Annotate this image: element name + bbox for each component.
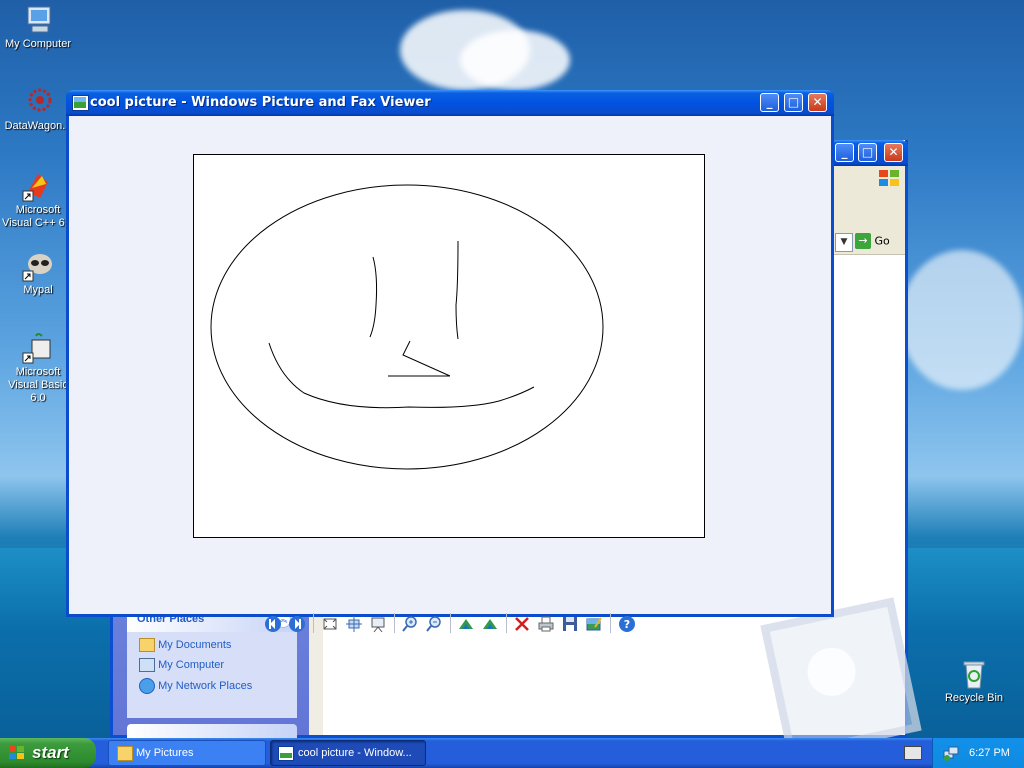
copy-to-button[interactable] (561, 615, 579, 633)
other-places-list: My Documents My Computer My Network Plac… (127, 632, 297, 718)
picture-viewer-app-icon (278, 746, 294, 761)
slideshow-icon (371, 617, 385, 633)
minimize-icon: _ (766, 95, 773, 109)
svg-text:?: ? (624, 618, 630, 631)
zoom-in-icon (402, 616, 417, 632)
picture-viewer-app-icon (72, 95, 89, 111)
viewer-client-area: ? (69, 116, 831, 633)
picture-viewer-window[interactable]: cool picture - Windows Picture and Fax V… (66, 90, 834, 633)
other-places-item-label: My Computer (158, 659, 225, 671)
maximize-icon: □ (861, 145, 874, 159)
computer-icon (139, 658, 155, 672)
taskbar-button-cool-picture[interactable]: cool picture - Window... (270, 740, 426, 766)
folder-icon (139, 638, 155, 652)
actual-size-button[interactable] (345, 615, 363, 633)
viewer-maximize-button[interactable]: □ (784, 93, 803, 112)
explorer-close-button[interactable]: ✕ (884, 143, 903, 162)
desktop-icon-mypal[interactable]: Mypal (0, 250, 76, 297)
next-image-button[interactable] (288, 615, 306, 633)
start-label: start (32, 743, 69, 762)
edit-button[interactable] (585, 615, 603, 633)
delete-button[interactable] (513, 615, 531, 633)
viewer-minimize-button[interactable]: _ (760, 93, 779, 112)
rotate-counterclockwise-button[interactable] (481, 615, 499, 633)
taskbar-button-label: cool picture - Window... (298, 747, 412, 759)
chevron-down-icon: ▼ (840, 237, 848, 247)
best-fit-button[interactable] (321, 615, 339, 633)
rotate-clockwise-button[interactable] (457, 615, 475, 633)
start-button[interactable]: start (0, 738, 96, 768)
close-icon: ✕ (812, 95, 823, 109)
details-panel-header[interactable] (127, 724, 297, 738)
viewer-close-button[interactable]: ✕ (808, 93, 827, 112)
desktop-icon-visual-basic[interactable]: Microsoft Visual Basic 6.0 (0, 332, 76, 405)
pictures-watermark (760, 597, 922, 759)
other-places-item-label: My Documents (158, 639, 232, 651)
actual-size-icon (346, 616, 362, 632)
desktop-icon-label: My Computer (4, 38, 72, 50)
print-icon (538, 616, 554, 632)
slideshow-button[interactable] (369, 615, 387, 633)
zoom-in-button[interactable] (401, 615, 419, 633)
taskbar-button-my-pictures[interactable]: My Pictures (108, 740, 266, 766)
other-places-item-my-documents[interactable]: My Documents (127, 638, 297, 658)
desktop-icon-my-computer[interactable]: My Computer (0, 4, 76, 51)
viewer-title-bar[interactable]: cool picture - Windows Picture and Fax V… (66, 90, 834, 116)
print-button[interactable] (537, 615, 555, 633)
rotate-counterclockwise-icon (483, 619, 497, 629)
viewer-title: cool picture - Windows Picture and Fax V… (90, 95, 431, 110)
network-status-icon[interactable] (943, 745, 959, 761)
explorer-maximize-button[interactable]: □ (858, 143, 877, 162)
zoom-out-button[interactable] (425, 615, 443, 633)
previous-image-button[interactable] (264, 615, 282, 633)
next-image-icon (289, 616, 305, 632)
smiley-drawing (210, 184, 604, 470)
recycle-bin-icon (958, 658, 990, 690)
best-fit-icon (323, 618, 337, 630)
minimize-icon: _ (841, 145, 848, 159)
windows-logo-icon (877, 168, 901, 188)
maximize-icon: □ (787, 95, 800, 109)
folder-icon (117, 746, 133, 761)
help-icon: ? (619, 616, 635, 632)
windows-flag-icon (8, 745, 26, 761)
clock[interactable]: 6:27 PM (969, 747, 1010, 759)
edit-image-icon (586, 617, 602, 631)
desktop-icon-label: Microsoft Visual Basic 6.0 (8, 366, 68, 404)
computer-icon (22, 4, 54, 36)
go-label: Go (874, 234, 890, 248)
desktop-icon-label: DataWagon... (4, 120, 72, 132)
system-tray: 6:27 PM (932, 738, 1024, 768)
go-arrow-icon: → (855, 233, 871, 249)
rotate-clockwise-icon (459, 619, 473, 629)
go-button[interactable]: → Go (855, 233, 899, 251)
desktop-icon-label: Microsoft Visual C++ 6.0 (2, 204, 74, 229)
taskbar: start My Pictures cool picture - Window.… (0, 738, 1024, 768)
desktop-icon-recycle-bin[interactable]: Recycle Bin (936, 658, 1012, 705)
datawagon-icon (22, 86, 54, 118)
save-disk-icon (563, 617, 577, 631)
address-dropdown-button[interactable]: ▼ (835, 233, 853, 252)
desktop-icon-visual-cpp[interactable]: Microsoft Visual C++ 6.0 (0, 170, 76, 230)
desktop-icon-label: Recycle Bin (944, 692, 1004, 704)
other-places-item-my-computer[interactable]: My Computer (127, 658, 297, 678)
other-places-item-my-network-places[interactable]: My Network Places (127, 678, 297, 698)
taskbar-button-label: My Pictures (136, 747, 194, 759)
other-places-item-label: My Network Places (158, 680, 253, 692)
zoom-out-icon (426, 616, 441, 632)
previous-image-icon (265, 616, 281, 632)
explorer-minimize-button[interactable]: _ (835, 143, 854, 162)
delete-icon (515, 617, 529, 631)
visual-basic-icon (22, 332, 54, 364)
desktop-icon-datawagon[interactable]: DataWagon... (0, 86, 76, 133)
keyboard-icon[interactable] (904, 746, 922, 760)
close-icon: ✕ (888, 145, 899, 159)
network-globe-icon (139, 678, 155, 694)
desktop-icon-label: Mypal (23, 284, 53, 296)
mypal-icon (22, 250, 54, 282)
help-button[interactable]: ? (618, 615, 636, 633)
visual-cpp-icon (22, 170, 54, 202)
displayed-image[interactable] (193, 154, 705, 538)
